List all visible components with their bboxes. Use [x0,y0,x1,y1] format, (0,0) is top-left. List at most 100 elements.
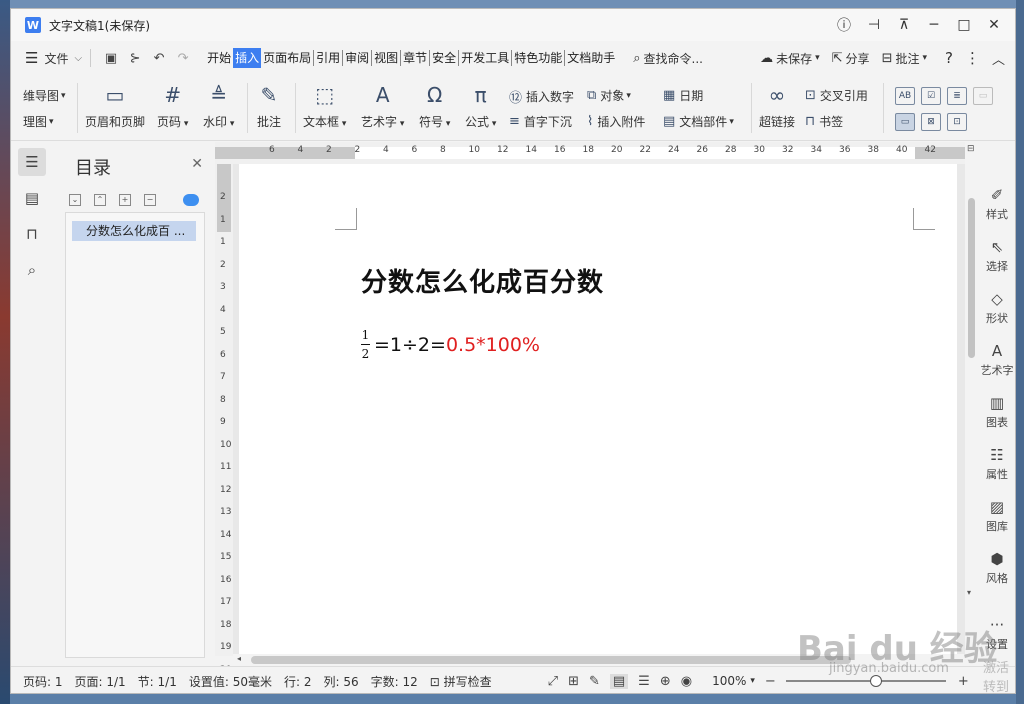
ruler-toggle-icon[interactable]: ⊟ [967,144,975,154]
minimize-button[interactable]: ─ [919,9,949,41]
zoom-in-icon[interactable]: + [958,674,969,689]
document-canvas[interactable]: 分数怎么化成百分数 1 2 =1÷2= 0.5*100% [233,164,965,656]
chevron-down-icon[interactable]: ▾ [750,676,755,686]
command-search[interactable]: ⌕ 查找命令... [633,50,703,67]
outline-view-icon[interactable]: ☰ [638,674,650,689]
object-button[interactable]: ⧉ 对象 ▾ [587,87,631,104]
maximize-button[interactable]: □ [949,9,979,41]
cross-ref-button[interactable]: ⊡ 交叉引用 [805,87,868,104]
tab-page-layout[interactable]: 页面布局 [261,48,313,68]
scroll-thumb[interactable] [251,656,851,664]
zoom-slider-knob[interactable] [869,675,882,687]
add-heading-icon[interactable]: + [119,194,131,206]
tab-insert[interactable]: 插入 [233,48,262,68]
insert-number-button[interactable]: ⑫ 插入数字 [509,87,574,106]
page-view-icon[interactable]: ▤ [609,673,629,689]
more-icon[interactable]: ⋮ [965,49,980,67]
page-number-button[interactable]: # 页码 ▾ [157,83,188,130]
zoom-level[interactable]: 100% [712,674,746,688]
props-panel-button[interactable]: ☷ 属性 [977,446,1015,482]
tab-doc-assistant[interactable]: 文档助手 [565,48,617,68]
tab-home[interactable]: 开始 [205,48,233,68]
status-page[interactable]: 页面: 1/1 [75,673,126,690]
edit-mode-icon[interactable]: ✎ [589,674,600,689]
share-button[interactable]: ⇱ 分享 [832,50,870,67]
help-icon[interactable]: ? [945,49,953,67]
unsaved-status-button[interactable]: ☁ 未保存 ▾ [760,50,820,67]
gallery-panel-button[interactable]: ▨ 图库 [977,498,1015,534]
tab-developer[interactable]: 开发工具 [459,48,511,68]
formula-line[interactable]: 1 2 =1÷2= 0.5*100% [361,328,540,361]
smart-toc-icon[interactable] [183,194,199,206]
attachment-button[interactable]: ⌇ 插入附件 [587,113,645,130]
bookmark-nav-icon[interactable]: ⊓ [18,220,46,248]
checkbox-icon[interactable]: ☑ [921,87,941,105]
zoom-out-icon[interactable]: − [765,674,776,689]
pin-icon[interactable]: ⊣ [859,9,889,41]
list-box-icon[interactable]: ≣ [947,87,967,105]
formula-button[interactable]: π 公式 ▾ [465,83,496,130]
page-thumbnail-icon[interactable]: ▤ [18,184,46,212]
toc-item[interactable]: 分数怎么化成百 ... [72,221,196,241]
bookmark-button[interactable]: ⊓ 书签 [805,113,843,130]
mindmap-button[interactable]: 维导图 ▾ [23,87,66,104]
info-icon[interactable]: ⓘ [829,9,859,41]
hyperlink-button[interactable]: ∞ 超链接 [759,83,795,130]
status-page-code[interactable]: 页码: 1 [23,673,63,690]
scroll-thumb[interactable] [968,198,975,358]
find-icon[interactable]: ⌕ [18,256,46,284]
web-view-icon[interactable]: ⊕ [660,674,671,689]
layout-frame-icon[interactable]: ⊡ [947,113,967,131]
collapse-ribbon-icon[interactable]: ︿ [992,49,1005,68]
doc-parts-button[interactable]: ▤ 文档部件 ▾ [663,113,734,130]
symbol-button[interactable]: Ω 符号 ▾ [419,83,450,130]
header-footer-button[interactable]: ▭ 页眉和页脚 [85,83,145,130]
tab-view[interactable]: 视图 [372,48,400,68]
image-frame-icon[interactable]: ⊠ [921,113,941,131]
watermark-button[interactable]: ≜ 水印 ▾ [203,83,234,130]
tab-chapter[interactable]: 章节 [401,48,429,68]
tab-review[interactable]: 审阅 [343,48,371,68]
close-icon[interactable]: ✕ [191,156,203,172]
status-section[interactable]: 节: 1/1 [138,673,177,690]
chevron-left-icon[interactable]: ◂ [237,654,241,663]
expand-all-icon[interactable]: ⌄ [69,194,81,206]
tab-security[interactable]: 安全 [430,48,458,68]
vertical-scrollbar[interactable]: ⊟ ▾ [965,142,977,666]
date-button[interactable]: ▦ 日期 [663,87,703,104]
chart-panel-button[interactable]: ▥ 图表 [977,394,1015,430]
frame-icon[interactable]: ▭ [895,113,915,131]
spell-check-button[interactable]: ⊡ 拼写检查 [430,673,492,690]
flowchart-button[interactable]: 理图 ▾ [23,113,54,130]
format-painter-icon[interactable]: ⊱ [123,46,147,70]
file-menu-button[interactable]: ☰ 文件 ⌵ [25,46,82,70]
wordart-panel-button[interactable]: A 艺术字 [977,342,1015,378]
wordart-button[interactable]: A 艺术字 ▾ [361,83,404,130]
theme-panel-button[interactable]: ⬢ 风格 [977,550,1015,586]
status-setting[interactable]: 设置值: 50毫米 [189,673,272,690]
document-page[interactable]: 分数怎么化成百分数 1 2 =1÷2= 0.5*100% [239,164,957,656]
comment-button[interactable]: ✎ 批注 [257,83,281,130]
style-panel-button[interactable]: ✐ 样式 [977,186,1015,222]
chevron-down-icon[interactable]: ▾ [967,588,971,597]
comment-menu-button[interactable]: ⊟ 批注 ▾ [882,50,927,67]
status-col[interactable]: 列: 56 [323,673,358,690]
shape-panel-button[interactable]: ◇ 形状 [977,290,1015,326]
save-icon[interactable]: ▣ [99,46,123,70]
tab-features[interactable]: 特色功能 [512,48,564,68]
select-panel-button[interactable]: ⇖ 选择 [977,238,1015,274]
status-row[interactable]: 行: 2 [284,673,312,690]
textbox-button[interactable]: ⬚ 文本框 ▾ [303,83,346,130]
skin-icon[interactable]: ⊼ [889,9,919,41]
fullscreen-icon[interactable]: ⤢ [548,674,558,689]
reading-mode-icon[interactable]: ⊞ [568,674,579,689]
collapse-all-icon[interactable]: ⌃ [94,194,106,206]
redo-icon[interactable]: ↷ [171,46,195,70]
drop-cap-button[interactable]: ≡ 首字下沉 [509,113,572,130]
eye-protection-icon[interactable]: ◉ [681,674,692,689]
undo-icon[interactable]: ↶ [147,46,171,70]
close-button[interactable]: ✕ [979,9,1009,41]
status-words[interactable]: 字数: 12 [371,673,418,690]
field-ab-icon[interactable]: AB [895,87,915,105]
tab-references[interactable]: 引用 [314,48,342,68]
